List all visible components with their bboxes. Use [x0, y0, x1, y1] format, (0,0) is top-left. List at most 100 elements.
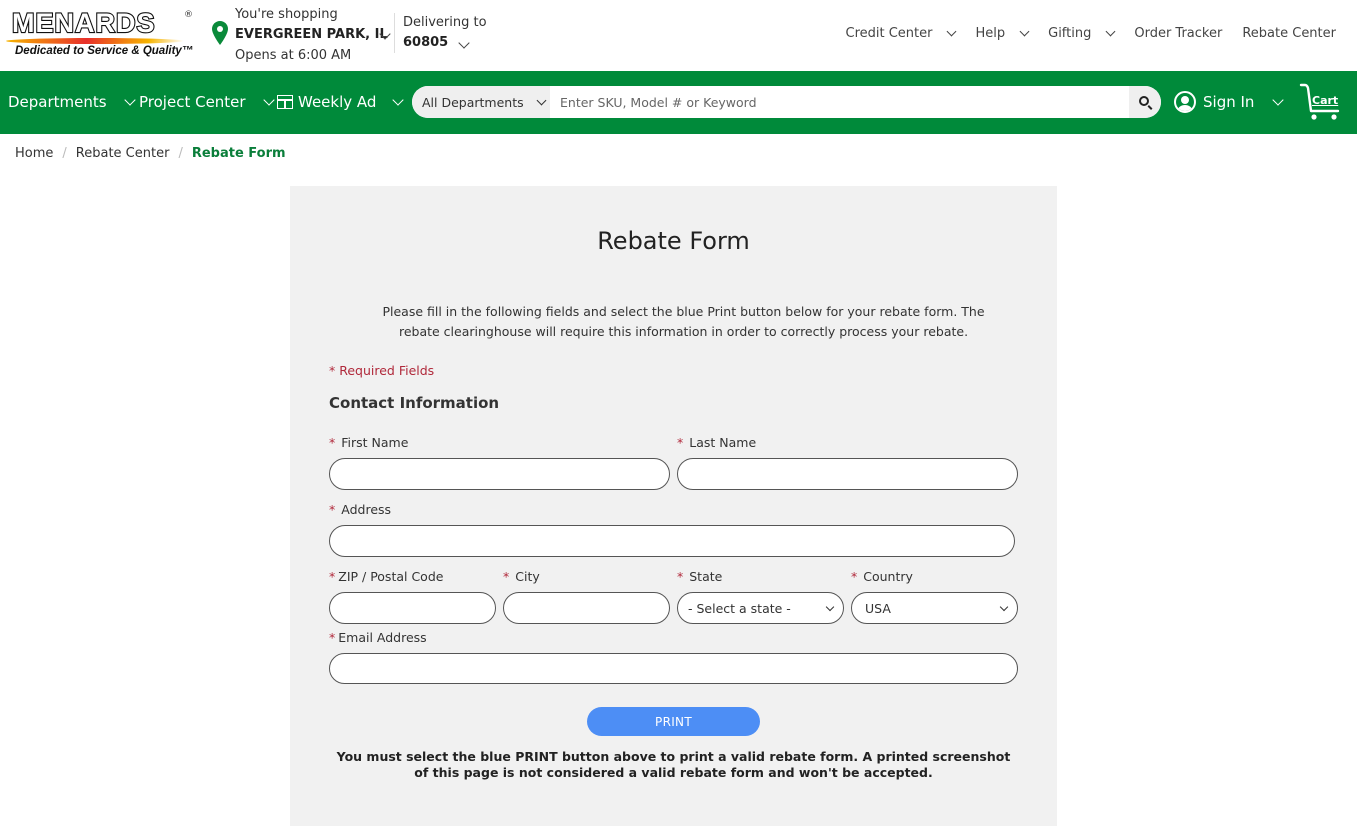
first-name-label: * First Name	[329, 435, 408, 450]
search-input[interactable]	[550, 86, 1130, 118]
label-text: State	[689, 569, 723, 584]
required-marker: *	[329, 502, 336, 517]
chevron-down-icon[interactable]	[536, 95, 547, 105]
top-link-help[interactable]: Help	[975, 26, 1048, 41]
zip-input[interactable]	[329, 592, 496, 624]
location-pin-icon	[212, 21, 228, 45]
nav-project-center-label[interactable]: Project Center	[139, 93, 246, 111]
form-instructions: Please fill in the following fields and …	[382, 304, 985, 339]
top-link-gifting[interactable]: Gifting	[1048, 26, 1134, 41]
label-text: Last Name	[689, 435, 757, 450]
cart-label[interactable]: Cart	[1312, 94, 1338, 107]
required-marker: *	[329, 435, 336, 450]
nav-departments-label[interactable]: Departments	[8, 93, 107, 111]
nav-project-center[interactable]: Project Center	[139, 93, 275, 111]
required-fields-note: * Required Fields	[329, 363, 435, 378]
page-title: Rebate Form	[597, 227, 750, 255]
store-label: You're shopping	[235, 7, 338, 22]
chevron-down-icon	[825, 602, 835, 612]
last-name-input[interactable]	[677, 458, 1018, 490]
top-link-credit-center[interactable]: Credit Center	[846, 26, 976, 41]
label-text: First Name	[341, 435, 409, 450]
chevron-down-icon[interactable]	[392, 94, 405, 106]
menards-logo[interactable]: MENARDS ® Dedicated to Service & Quality…	[4, 7, 194, 62]
user-account-icon	[1174, 91, 1196, 113]
delivery-label: Delivering to	[403, 15, 487, 30]
state-select[interactable]: - Select a state -	[677, 592, 844, 624]
nav-departments[interactable]: Departments	[8, 93, 136, 111]
required-marker: *	[851, 569, 858, 584]
top-link-order-tracker[interactable]: Order Tracker	[1134, 26, 1222, 41]
label-text: ZIP / Postal Code	[338, 569, 444, 584]
email-input[interactable]	[329, 653, 1018, 684]
email-label: * Email Address	[329, 630, 427, 645]
state-label: * State	[677, 569, 722, 584]
label-text: Email Address	[338, 630, 427, 645]
required-marker: *	[329, 630, 336, 645]
store-hours: Opens at 6:00 AM	[235, 48, 352, 63]
last-name-label: * Last Name	[677, 435, 756, 450]
required-marker: *	[329, 569, 336, 584]
label-text: City	[515, 569, 540, 584]
country-select[interactable]: USA	[851, 592, 1018, 624]
top-link-label[interactable]: Gifting	[1048, 26, 1091, 41]
delivery-zip: 60805	[403, 35, 449, 50]
logo-swoosh	[4, 38, 186, 44]
header-divider	[394, 13, 395, 53]
nav-weekly-ad-label[interactable]: Weekly Ad	[298, 93, 376, 111]
chevron-down-icon[interactable]	[947, 26, 957, 37]
print-button[interactable]: PRINT	[587, 707, 760, 736]
top-link-label[interactable]: Order Tracker	[1134, 26, 1222, 41]
top-link-label[interactable]: Credit Center	[846, 26, 933, 41]
city-label: * City	[503, 569, 540, 584]
required-marker: *	[503, 569, 510, 584]
label-text: Address	[341, 502, 392, 517]
sign-in-label[interactable]: Sign In	[1203, 93, 1254, 111]
search-button[interactable]	[1129, 86, 1161, 118]
first-name-input[interactable]	[329, 458, 670, 490]
city-input[interactable]	[503, 592, 670, 624]
nav-weekly-ad[interactable]: Weekly Ad	[277, 93, 405, 111]
top-link-rebate-center[interactable]: Rebate Center	[1242, 26, 1336, 41]
search-icon	[1139, 96, 1149, 106]
top-link-label[interactable]: Rebate Center	[1242, 26, 1336, 41]
sign-in-button[interactable]: Sign In	[1174, 91, 1285, 113]
chevron-down-icon[interactable]	[1272, 94, 1285, 106]
chevron-down-icon[interactable]	[123, 94, 136, 106]
breadcrumb-current: Rebate Form	[191, 146, 286, 161]
breadcrumb-home[interactable]: Home	[15, 146, 53, 161]
print-warning: You must select the blue PRINT button ab…	[336, 749, 1011, 780]
breadcrumb: Home / Rebate Center / Rebate Form	[15, 146, 286, 161]
rebate-form-panel: Rebate Form Please fill in the following…	[290, 186, 1057, 826]
store-name: EVERGREEN PARK, IL	[235, 27, 388, 42]
cart-button[interactable]: Cart	[1298, 83, 1342, 121]
breadcrumb-separator: /	[178, 146, 183, 161]
logo-registered-mark: ®	[184, 10, 193, 20]
state-selected-value: - Select a state -	[688, 600, 791, 616]
chevron-down-icon[interactable]	[1019, 26, 1030, 37]
country-selected-value: USA	[865, 600, 891, 616]
delivery-zip-selector[interactable]: Delivering to 60805	[403, 15, 487, 50]
address-label: * Address	[329, 502, 391, 517]
required-marker: *	[677, 569, 684, 584]
chevron-down-icon	[999, 602, 1009, 612]
label-text: Country	[863, 569, 913, 584]
top-link-label[interactable]: Help	[975, 26, 1005, 41]
zip-label: * ZIP / Postal Code	[329, 569, 443, 584]
search-department-value: All Departments	[422, 94, 524, 110]
search-bar: All Departments	[412, 86, 1161, 118]
country-label: * Country	[851, 569, 913, 584]
breadcrumb-rebate-center[interactable]: Rebate Center	[76, 146, 170, 161]
chevron-down-icon[interactable]	[1105, 26, 1116, 37]
logo-tagline: Dedicated to Service & Quality™	[15, 45, 194, 57]
chevron-down-icon[interactable]	[262, 94, 275, 106]
weekly-ad-icon	[277, 95, 293, 109]
search-department-select[interactable]: All Departments	[412, 86, 550, 118]
top-bar: MENARDS ® Dedicated to Service & Quality…	[0, 0, 1357, 71]
section-title-contact-information: Contact Information	[329, 394, 500, 412]
logo-wordmark: MENARDS	[11, 7, 156, 39]
address-input[interactable]	[329, 525, 1015, 557]
required-marker: *	[677, 435, 684, 450]
breadcrumb-separator: /	[62, 146, 67, 161]
top-links: Credit Center Help Gifting Order Tracker…	[846, 26, 1337, 41]
